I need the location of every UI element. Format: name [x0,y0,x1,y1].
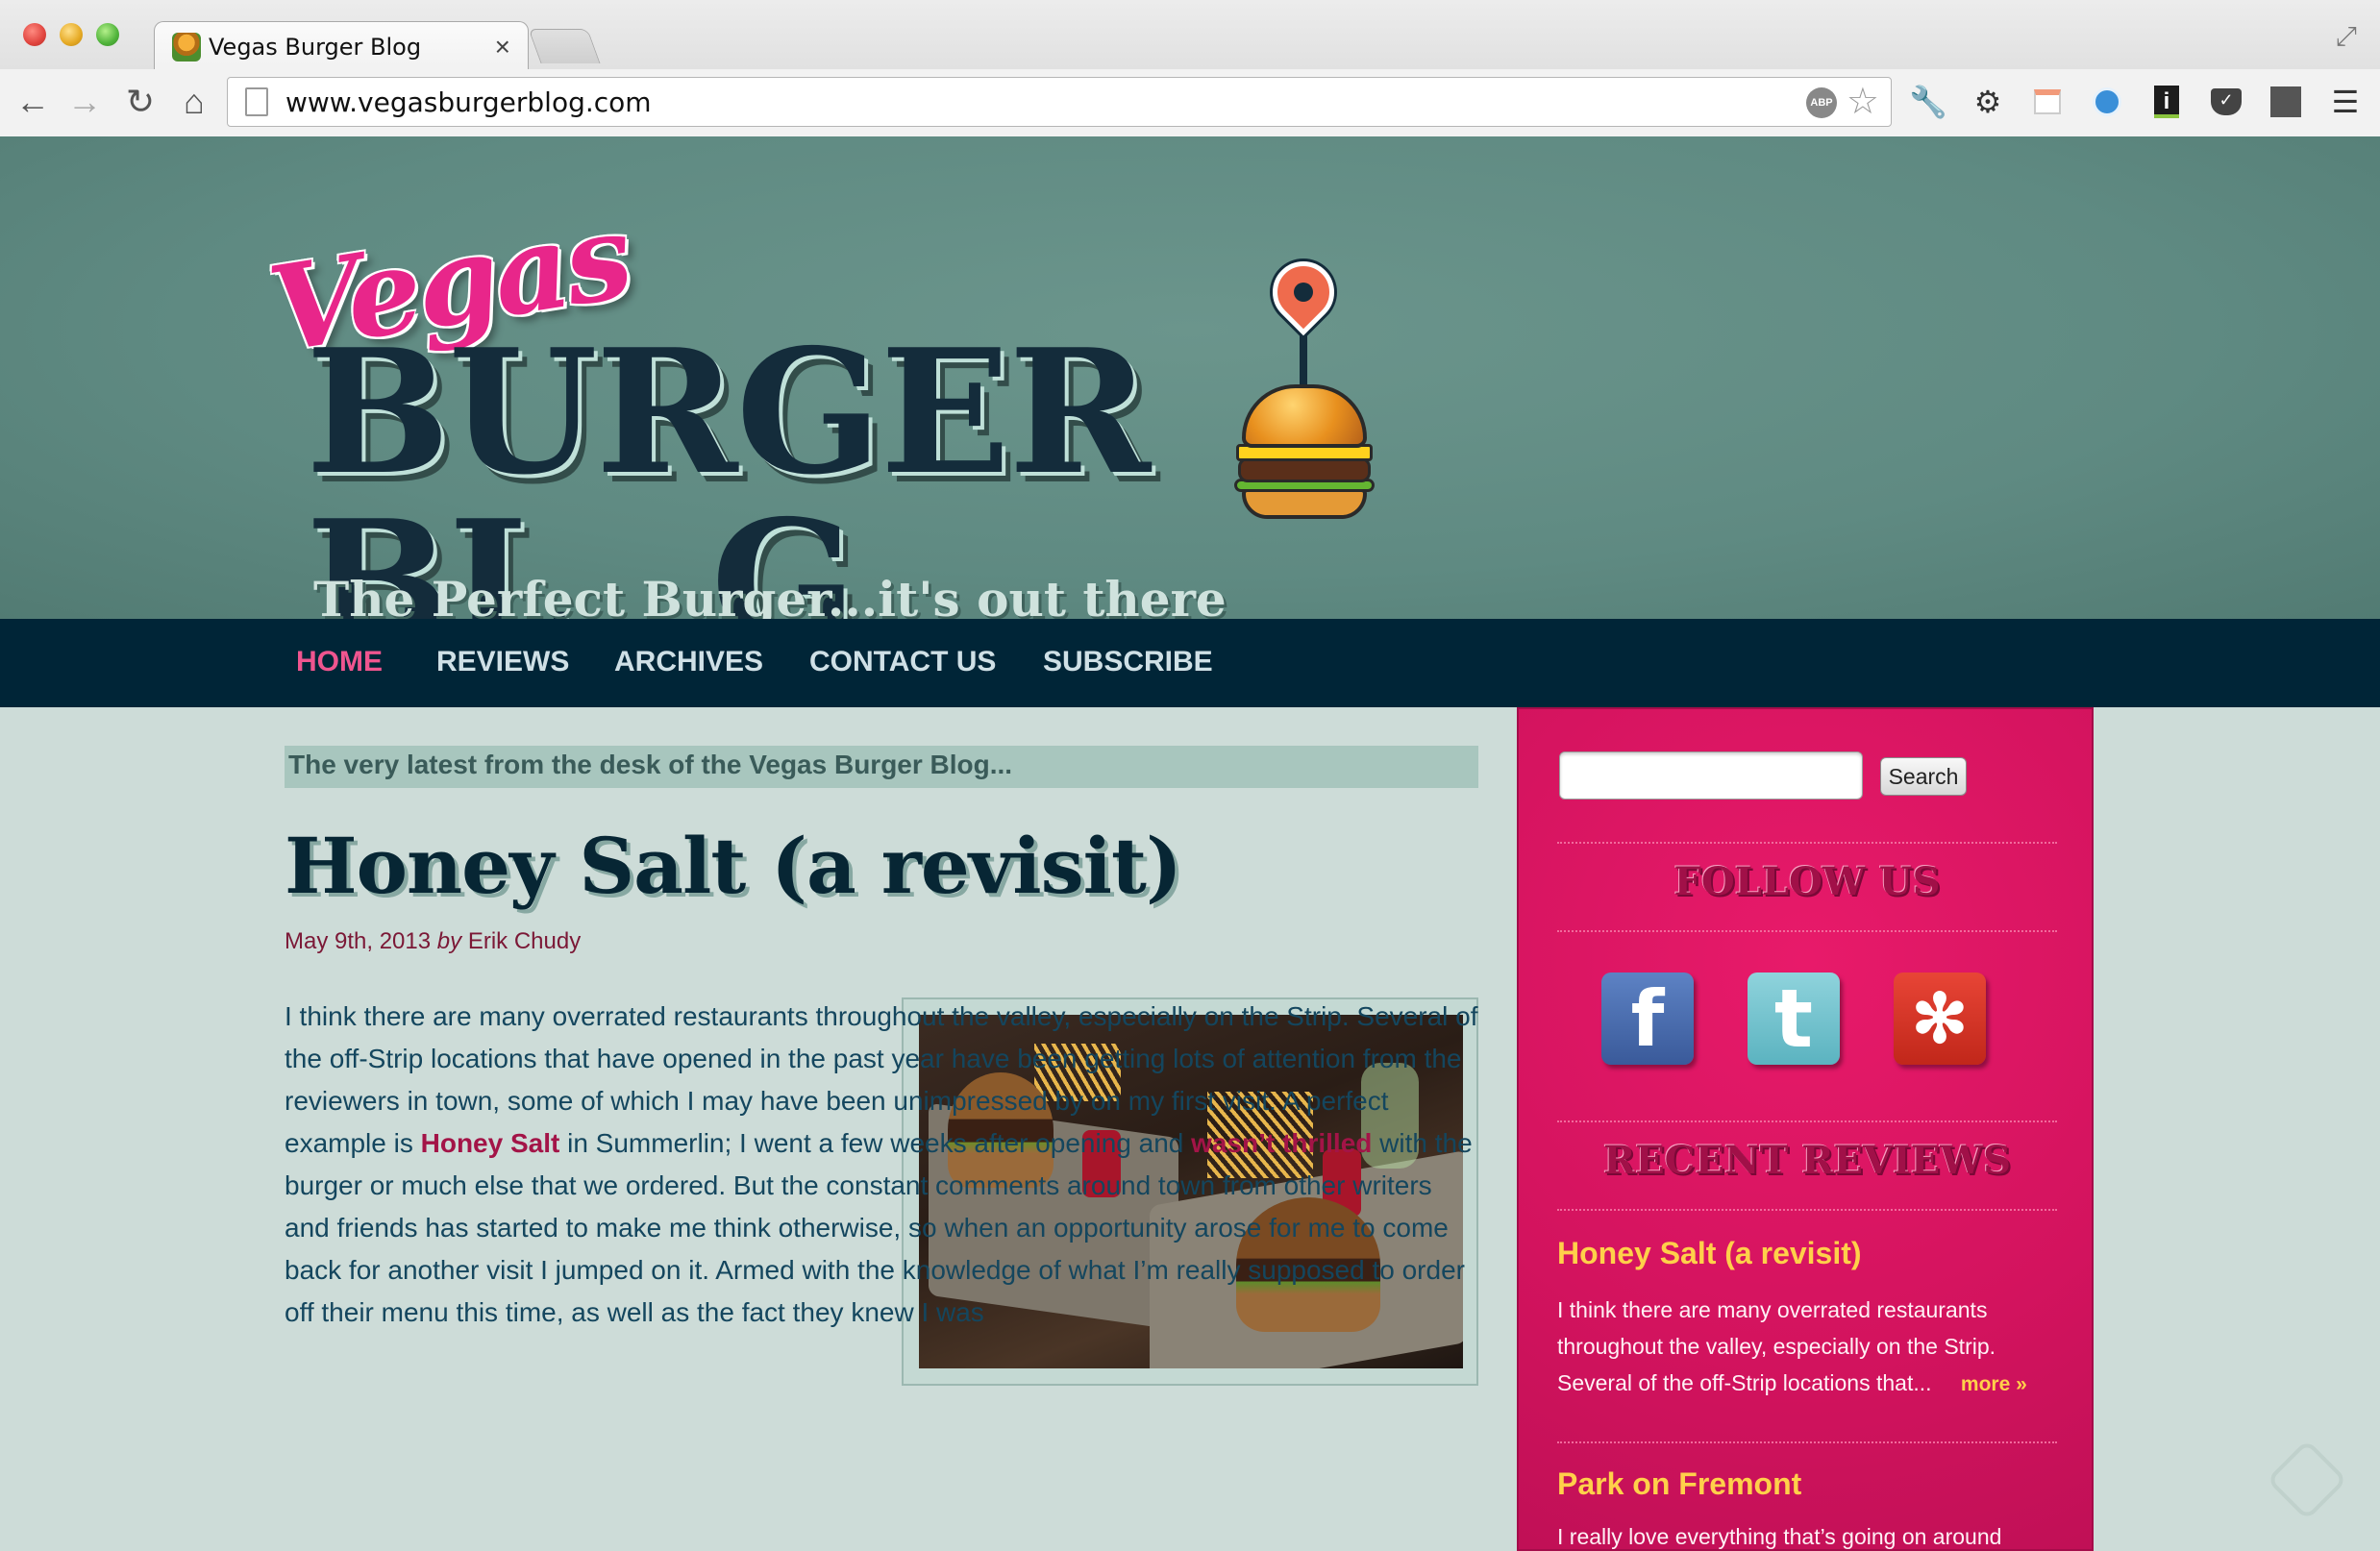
post-by: by [436,928,462,954]
zoom-window-button[interactable] [96,23,119,46]
search-input[interactable] [1559,751,1863,800]
calendar-icon[interactable] [2028,83,2067,121]
info-icon[interactable]: i [2147,83,2186,121]
adblock-icon[interactable]: ABP [1806,87,1837,118]
close-window-button[interactable] [23,23,46,46]
gear-icon[interactable]: ⚙ [1969,83,2007,121]
address-bar[interactable]: www.vegasburgerblog.com ABP ☆ [227,77,1892,127]
back-button[interactable]: ← [13,83,52,121]
yelp-icon[interactable]: ✻ [1894,972,1986,1065]
facebook-icon[interactable]: f [1601,972,1694,1065]
page-icon [245,87,268,116]
nav-contact-us[interactable]: CONTACT US [809,646,996,678]
post-body: I think there are many overrated restaur… [285,996,1480,1334]
post-author[interactable]: Erik Chudy [468,928,581,954]
post-body-text: I think there are many overrated restaur… [285,1001,1478,1327]
browser-chrome: Vegas Burger Blog × ⤢ ← → ↻ ⌂ www.vegasb… [0,0,2380,136]
sidebar: Search FOLLOW US f t ✻ RECENT REVIEWS Ho… [1517,707,2094,1551]
pocket-icon[interactable]: ✓ [2207,83,2245,121]
post-meta: May 9th, 2013 by Erik Chudy [285,928,581,955]
review-title-park-on-fremont[interactable]: Park on Fremont [1557,1466,1801,1502]
wrench-icon[interactable]: 🔧 [1909,83,1947,121]
divider [1557,930,2057,932]
site-logo[interactable]: Vegas BURGER BL G The Perfect Burger...it… [260,186,1509,669]
main-nav: HOME REVIEWS ARCHIVES CONTACT US SUBSCRI… [0,619,2380,707]
link-honey-salt[interactable]: Honey Salt [421,1128,560,1158]
new-tab-button[interactable] [528,29,601,63]
divider [1557,1120,2057,1122]
menu-icon[interactable]: ☰ [2326,83,2365,121]
browser-tab[interactable]: Vegas Burger Blog × [154,21,529,71]
divider [1557,1209,2057,1211]
burger-icon [1232,384,1376,519]
nav-archives[interactable]: ARCHIVES [614,646,763,678]
review-excerpt: I think there are many overrated restaur… [1557,1297,2027,1395]
phone-icon[interactable] [2088,83,2126,121]
map-pin-dot [1294,283,1313,302]
forward-button[interactable]: → [65,83,104,121]
tab-strip: Vegas Burger Blog × ⤢ [0,0,2380,71]
more-link[interactable]: more » [1961,1373,2027,1395]
nav-subscribe[interactable]: SUBSCRIBE [1043,646,1213,678]
site-header: Vegas BURGER BL G The Perfect Burger...it… [0,136,2380,669]
tab-close-icon[interactable]: × [495,32,510,62]
browser-toolbar: ← → ↻ ⌂ www.vegasburgerblog.com ABP ☆ 🔧 … [0,69,2380,136]
evernote-icon[interactable] [2267,83,2305,121]
divider [1557,1441,2057,1443]
bookmark-star-icon[interactable]: ☆ [1847,80,1879,123]
recent-reviews-heading: RECENT REVIEWS [1602,1138,2012,1183]
review-title-honey-salt[interactable]: Honey Salt (a revisit) [1557,1236,1862,1271]
reload-button[interactable]: ↻ [121,83,160,121]
feedly-icon[interactable] [2266,1439,2348,1521]
search-button[interactable]: Search [1880,757,1967,796]
url-text[interactable]: www.vegasburgerblog.com [285,86,652,118]
review-excerpt: I really love everything that’s going on… [1557,1524,2002,1549]
follow-us-heading: FOLLOW US [1673,859,1941,904]
link-wasnt-thrilled[interactable]: wasn’t thrilled [1191,1128,1372,1158]
main-content: The very latest from the desk of the Veg… [285,707,1480,1551]
divider [1557,842,2057,844]
post-date: May 9th, 2013 [285,928,432,954]
fullscreen-icon[interactable]: ⤢ [2336,21,2357,53]
tab-title: Vegas Burger Blog [209,33,422,61]
post-title[interactable]: Honey Salt (a revisit) [285,821,1182,911]
nav-home[interactable]: HOME [296,646,383,678]
burger-favicon-icon [172,32,201,62]
twitter-icon[interactable]: t [1748,972,1840,1066]
latest-banner: The very latest from the desk of the Veg… [285,746,1478,788]
home-button[interactable]: ⌂ [175,83,213,121]
nav-reviews[interactable]: REVIEWS [436,646,569,678]
minimize-window-button[interactable] [60,23,83,46]
